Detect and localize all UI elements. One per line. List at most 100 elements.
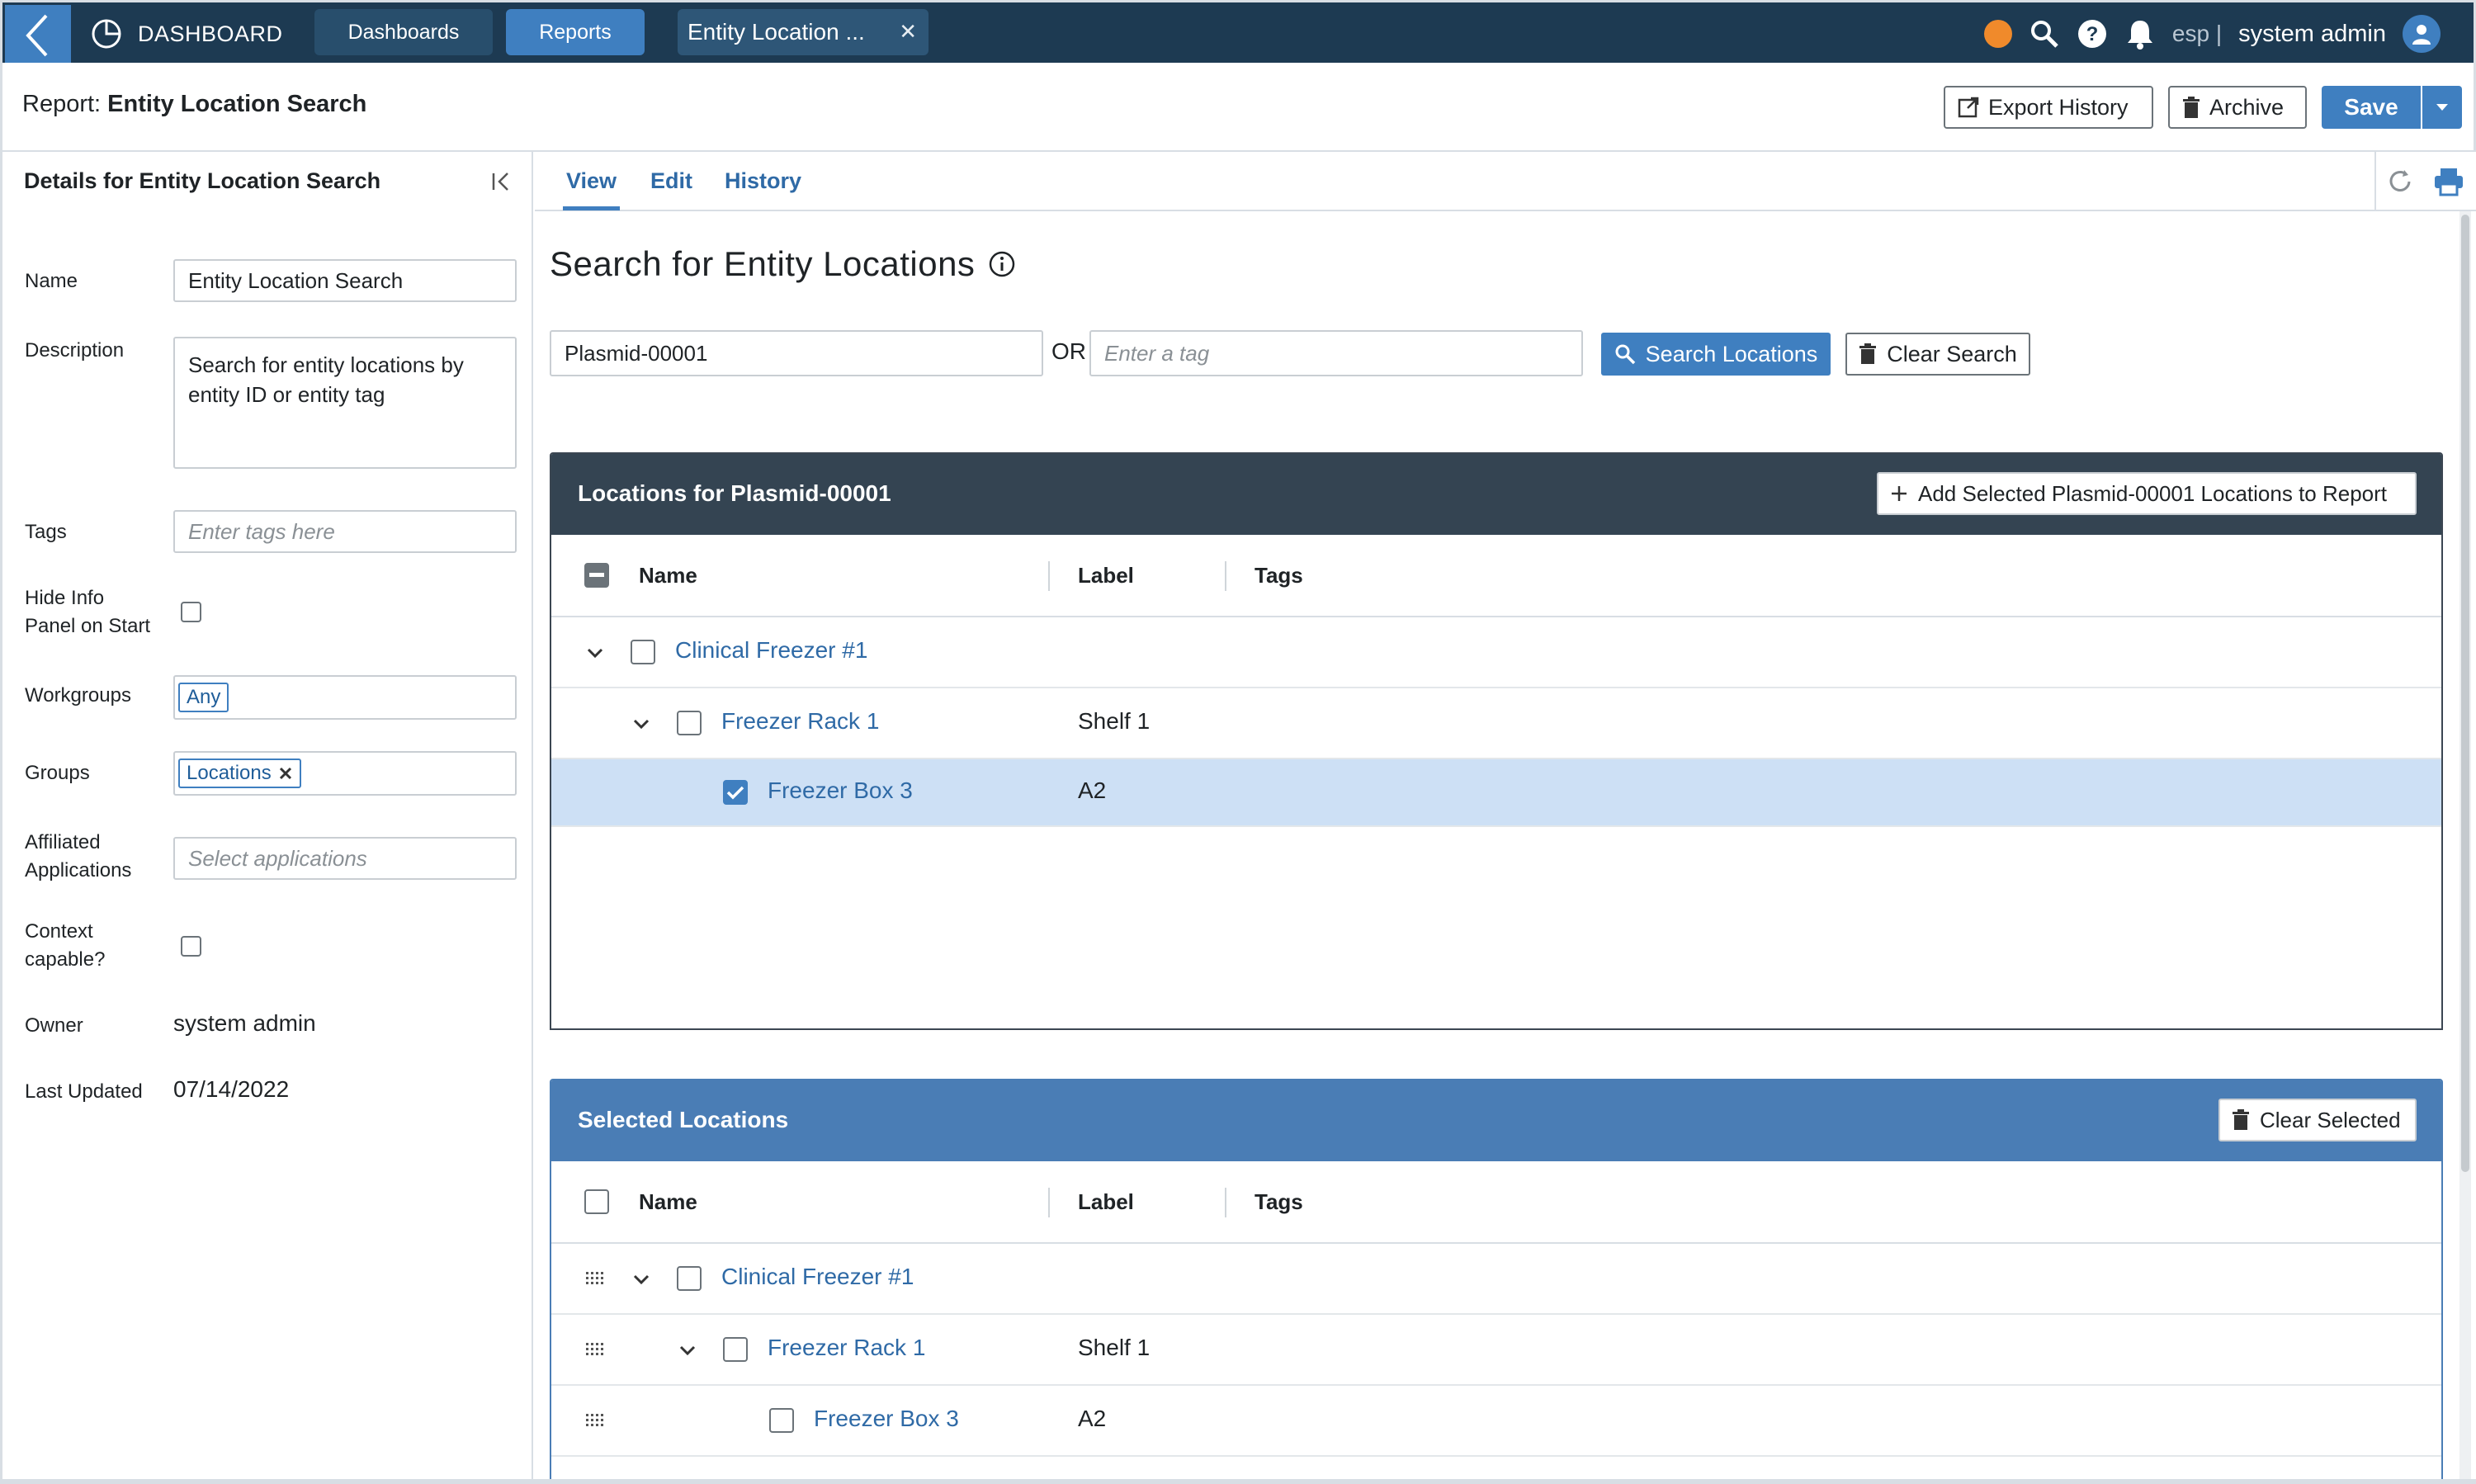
archive-button[interactable]: Archive [2168, 86, 2307, 129]
caret-down-icon [2436, 104, 2448, 111]
hide-info-checkbox[interactable] [181, 602, 201, 622]
tab-edit[interactable]: Edit [650, 168, 692, 194]
save-options-button[interactable] [2422, 86, 2462, 129]
chevron-down-icon[interactable] [632, 715, 650, 733]
trash-icon [1859, 343, 1877, 364]
group-chip-label: Locations [187, 762, 272, 784]
chevron-down-icon[interactable] [586, 644, 604, 662]
open-report-tab[interactable]: Entity Location ... ✕ [678, 9, 928, 55]
row-checkbox[interactable] [677, 711, 702, 735]
content-scrollbar-thumb[interactable] [2461, 215, 2469, 1172]
group-chip-locations[interactable]: Locations [178, 759, 301, 788]
location-link[interactable]: Freezer Rack 1 [768, 1335, 925, 1361]
search-icon[interactable] [2029, 18, 2060, 50]
column-separator[interactable] [1225, 561, 1226, 591]
tags-input[interactable]: Enter tags here [173, 510, 517, 553]
table-row[interactable]: Freezer Box 3 A2 [551, 759, 2441, 827]
table-row[interactable]: Freezer Rack 1 Shelf 1 [551, 1315, 2441, 1386]
column-label[interactable]: Label [1078, 1189, 1134, 1215]
column-label[interactable]: Label [1078, 563, 1134, 588]
locations-grid-header: Name Label Tags [551, 535, 2441, 617]
status-indicator[interactable] [1983, 20, 2012, 48]
chevron-down-icon[interactable] [632, 1270, 650, 1288]
row-checkbox[interactable] [723, 780, 748, 805]
tab-history[interactable]: History [725, 168, 801, 194]
table-row[interactable]: Freezer Box 3 A2 [551, 1386, 2441, 1457]
add-selected-locations-button[interactable]: Add Selected Plasmid-00001 Locations to … [1877, 472, 2417, 515]
column-tags[interactable]: Tags [1255, 1189, 1303, 1215]
print-icon[interactable] [2433, 167, 2464, 196]
row-checkbox[interactable] [723, 1337, 748, 1362]
save-button[interactable]: Save [2322, 86, 2421, 129]
location-label: Shelf 1 [1078, 708, 1151, 734]
remove-chip-icon[interactable] [278, 766, 293, 781]
row-checkbox[interactable] [769, 1408, 794, 1433]
dashboard-brand[interactable]: DASHBOARD [90, 9, 283, 59]
context-capable-checkbox[interactable] [181, 936, 201, 957]
name-field[interactable]: Entity Location Search [173, 259, 517, 302]
table-row[interactable]: Clinical Freezer #1 [551, 1244, 2441, 1315]
back-button[interactable] [5, 5, 71, 65]
clear-search-button[interactable]: Clear Search [1845, 333, 2030, 376]
info-icon[interactable] [988, 250, 1016, 278]
column-name[interactable]: Name [639, 1189, 697, 1215]
name-field-value: Entity Location Search [188, 267, 404, 293]
location-link[interactable]: Freezer Box 3 [768, 777, 913, 804]
workgroup-chip-any[interactable]: Any [178, 683, 229, 712]
close-tab-icon[interactable]: ✕ [899, 19, 917, 45]
tag-search-input[interactable]: Enter a tag [1089, 330, 1583, 376]
column-name[interactable]: Name [639, 563, 697, 588]
row-checkbox[interactable] [631, 640, 655, 664]
drag-handle-icon[interactable] [586, 1270, 604, 1287]
nav-reports-button[interactable]: Reports [506, 9, 645, 55]
column-separator[interactable] [1048, 561, 1050, 591]
column-separator[interactable] [1225, 1188, 1226, 1217]
description-label: Description [25, 339, 125, 362]
help-icon[interactable]: ? [2077, 18, 2108, 50]
window-bottom-border [0, 1479, 2476, 1484]
workgroups-field[interactable]: Any [173, 675, 517, 720]
user-icon [2412, 25, 2431, 45]
description-field[interactable]: Search for entity locations by entity ID… [173, 337, 517, 469]
location-link[interactable]: Clinical Freezer #1 [675, 637, 867, 664]
bell-icon[interactable] [2124, 17, 2156, 50]
drag-handle-icon[interactable] [586, 1341, 604, 1358]
tab-view[interactable]: View [562, 168, 621, 210]
row-checkbox[interactable] [677, 1266, 702, 1291]
affiliated-applications-input[interactable]: Select applications [173, 837, 517, 880]
search-locations-label: Search Locations [1645, 341, 1818, 366]
chevron-down-icon[interactable] [678, 1341, 697, 1359]
search-title: Search for Entity Locations [550, 244, 1016, 284]
clear-selected-button[interactable]: Clear Selected [2218, 1099, 2417, 1141]
report-title-name: Entity Location Search [107, 91, 367, 117]
column-tags[interactable]: Tags [1255, 563, 1303, 588]
language-selector[interactable]: esp | [2172, 21, 2222, 47]
table-row[interactable]: Clinical Freezer #1 [551, 617, 2441, 688]
table-row[interactable]: Freezer Rack 1 Shelf 1 [551, 688, 2441, 759]
location-link[interactable]: Freezer Rack 1 [721, 708, 879, 735]
user-avatar[interactable] [2403, 15, 2441, 53]
trash-icon [2233, 1109, 2249, 1130]
search-title-text: Search for Entity Locations [550, 244, 976, 283]
groups-field[interactable]: Locations [173, 751, 517, 796]
pie-chart-icon [92, 19, 121, 49]
column-separator[interactable] [1048, 1188, 1050, 1217]
selected-panel-header: Selected Locations Clear Selected [551, 1080, 2441, 1161]
entity-search-input[interactable]: Plasmid-00001 [550, 330, 1043, 376]
nav-dashboards-button[interactable]: Dashboards [314, 9, 493, 55]
select-all-checkbox[interactable] [584, 1189, 609, 1214]
search-locations-button[interactable]: Search Locations [1601, 333, 1831, 376]
refresh-icon[interactable] [2386, 168, 2414, 196]
location-link[interactable]: Freezer Box 3 [814, 1406, 959, 1432]
select-all-checkbox[interactable] [584, 563, 609, 588]
collapse-panel-icon[interactable] [489, 170, 513, 193]
locations-panel: Locations for Plasmid-00001 Add Selected… [550, 452, 2443, 1030]
drag-handle-icon[interactable] [586, 1412, 604, 1429]
export-history-button[interactable]: Export History [1944, 86, 2153, 129]
location-link[interactable]: Clinical Freezer #1 [721, 1264, 914, 1290]
user-name[interactable]: system admin [2238, 21, 2386, 48]
clear-search-label: Clear Search [1887, 341, 2017, 366]
locations-panel-header: Locations for Plasmid-00001 Add Selected… [551, 454, 2441, 535]
plus-icon [1892, 486, 1907, 501]
tab-tools [2374, 152, 2474, 211]
